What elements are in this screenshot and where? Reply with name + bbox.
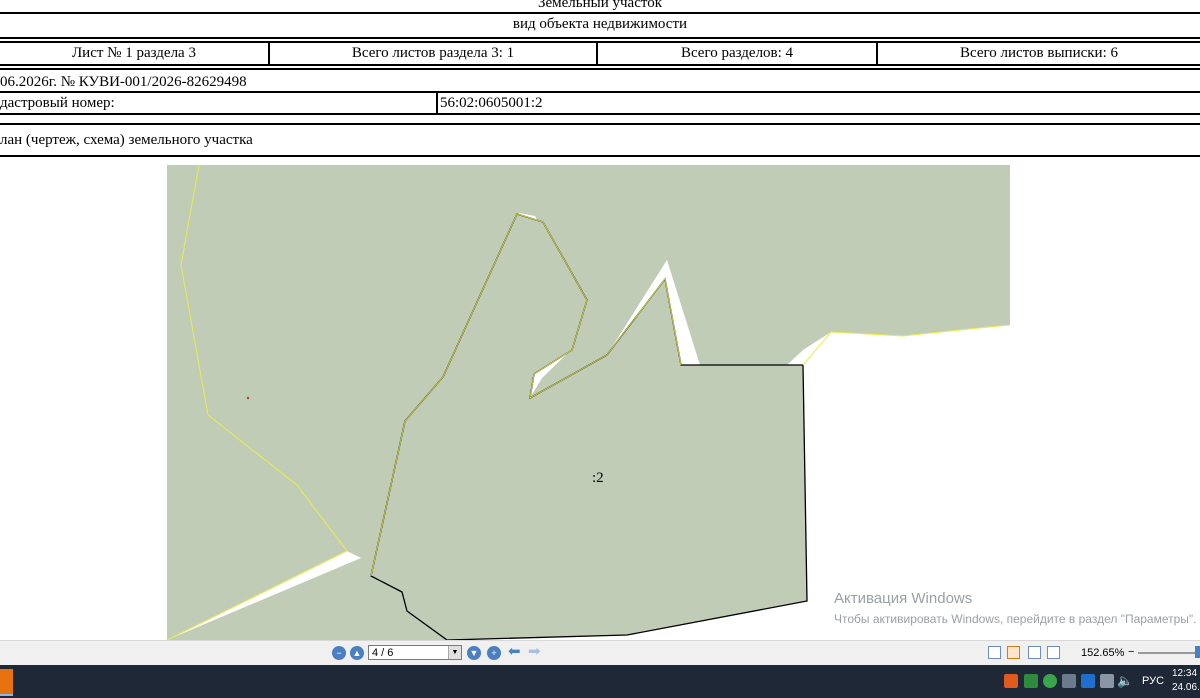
parcel-map: :2 <box>167 165 1010 640</box>
divider <box>0 155 1200 157</box>
speaker-icon[interactable]: 🔈 <box>1117 673 1133 689</box>
watermark-title: Активация Windows <box>834 590 973 607</box>
total-sheets-section-cell: Всего листов раздела 3: 1 <box>351 45 515 61</box>
tray-display-icon[interactable] <box>1081 674 1095 688</box>
continuous-view-icon[interactable] <box>1047 646 1060 659</box>
app-taskbar-icon[interactable] <box>0 669 13 696</box>
page-field-value: 4 / 6 <box>372 647 394 659</box>
back-arrow-icon[interactable]: ⬅ <box>508 644 521 660</box>
taskbar: 🔈 РУС 12:34 24.06.2 <box>0 665 1200 698</box>
divider <box>0 68 1200 70</box>
fit-width-view-icon[interactable] <box>1007 646 1020 659</box>
cadastral-value: 56:02:0605001:2 <box>440 95 543 111</box>
page-field[interactable]: 4 / 6 ▼ <box>368 645 462 660</box>
divider <box>0 37 1200 39</box>
divider <box>0 41 1200 43</box>
clock-time: 12:34 <box>1172 668 1198 679</box>
divider <box>436 91 438 113</box>
sheet-number-cell: Лист № 1 раздела 3 <box>72 45 196 61</box>
up-icon[interactable]: ▲ <box>350 646 364 660</box>
tray-monitor-icon[interactable] <box>1100 674 1114 688</box>
total-sections-cell: Всего разделов: 4 <box>680 45 794 61</box>
parcel-label: :2 <box>592 470 604 486</box>
clock[interactable]: 12:34 24.06.2 <box>1172 667 1200 695</box>
windows-activation-watermark: Активация Windows Чтобы активировать Win… <box>834 590 1197 627</box>
zoom-level[interactable]: 152.65% <box>1081 646 1124 660</box>
single-page-view-icon[interactable] <box>988 646 1001 659</box>
header-subtitle: вид объекта недвижимости <box>512 16 688 32</box>
zoom-slider[interactable] <box>1138 652 1198 654</box>
zoom-out-icon[interactable]: − <box>332 646 346 660</box>
down-icon[interactable]: ▼ <box>467 646 481 660</box>
watermark-subtitle: Чтобы активировать Windows, перейдите в … <box>834 612 1197 626</box>
zoom-slider-minus-icon[interactable]: − <box>1128 645 1134 659</box>
tray-network-icon[interactable] <box>1062 674 1076 688</box>
two-page-view-icon[interactable] <box>1028 646 1041 659</box>
divider <box>0 91 1200 93</box>
divider <box>0 64 1200 66</box>
tray-shield-icon[interactable] <box>1043 674 1057 688</box>
chevron-down-icon[interactable]: ▼ <box>448 646 461 659</box>
total-sheets-extract-cell: Всего листов выписки: 6 <box>960 45 1118 61</box>
zoom-in-icon[interactable]: + <box>487 646 501 660</box>
tray-app-icon[interactable] <box>1004 674 1018 688</box>
forward-arrow-icon[interactable]: ➡ <box>528 644 541 660</box>
zoom-slider-handle[interactable] <box>1195 646 1200 658</box>
plan-title: лан (чертеж, схема) земельного участка <box>0 132 253 148</box>
divider <box>0 113 1200 115</box>
divider <box>0 12 1200 14</box>
clock-date: 24.06.2 <box>1172 682 1200 693</box>
document-page: Земельный участок вид объекта недвижимос… <box>0 0 1200 640</box>
point-marker <box>246 396 250 400</box>
language-indicator[interactable]: РУС <box>1142 674 1164 688</box>
tray-security-icon[interactable] <box>1024 674 1038 688</box>
extract-number: 06.2026г. № КУВИ-001/2026-82629498 <box>0 74 247 90</box>
divider <box>0 123 1200 125</box>
viewer-toolbar: − ▲ 4 / 6 ▼ ▼ + ⬅ ➡ 152.65% − <box>0 640 1200 665</box>
cadastral-label: дастровый номер: <box>0 95 115 111</box>
